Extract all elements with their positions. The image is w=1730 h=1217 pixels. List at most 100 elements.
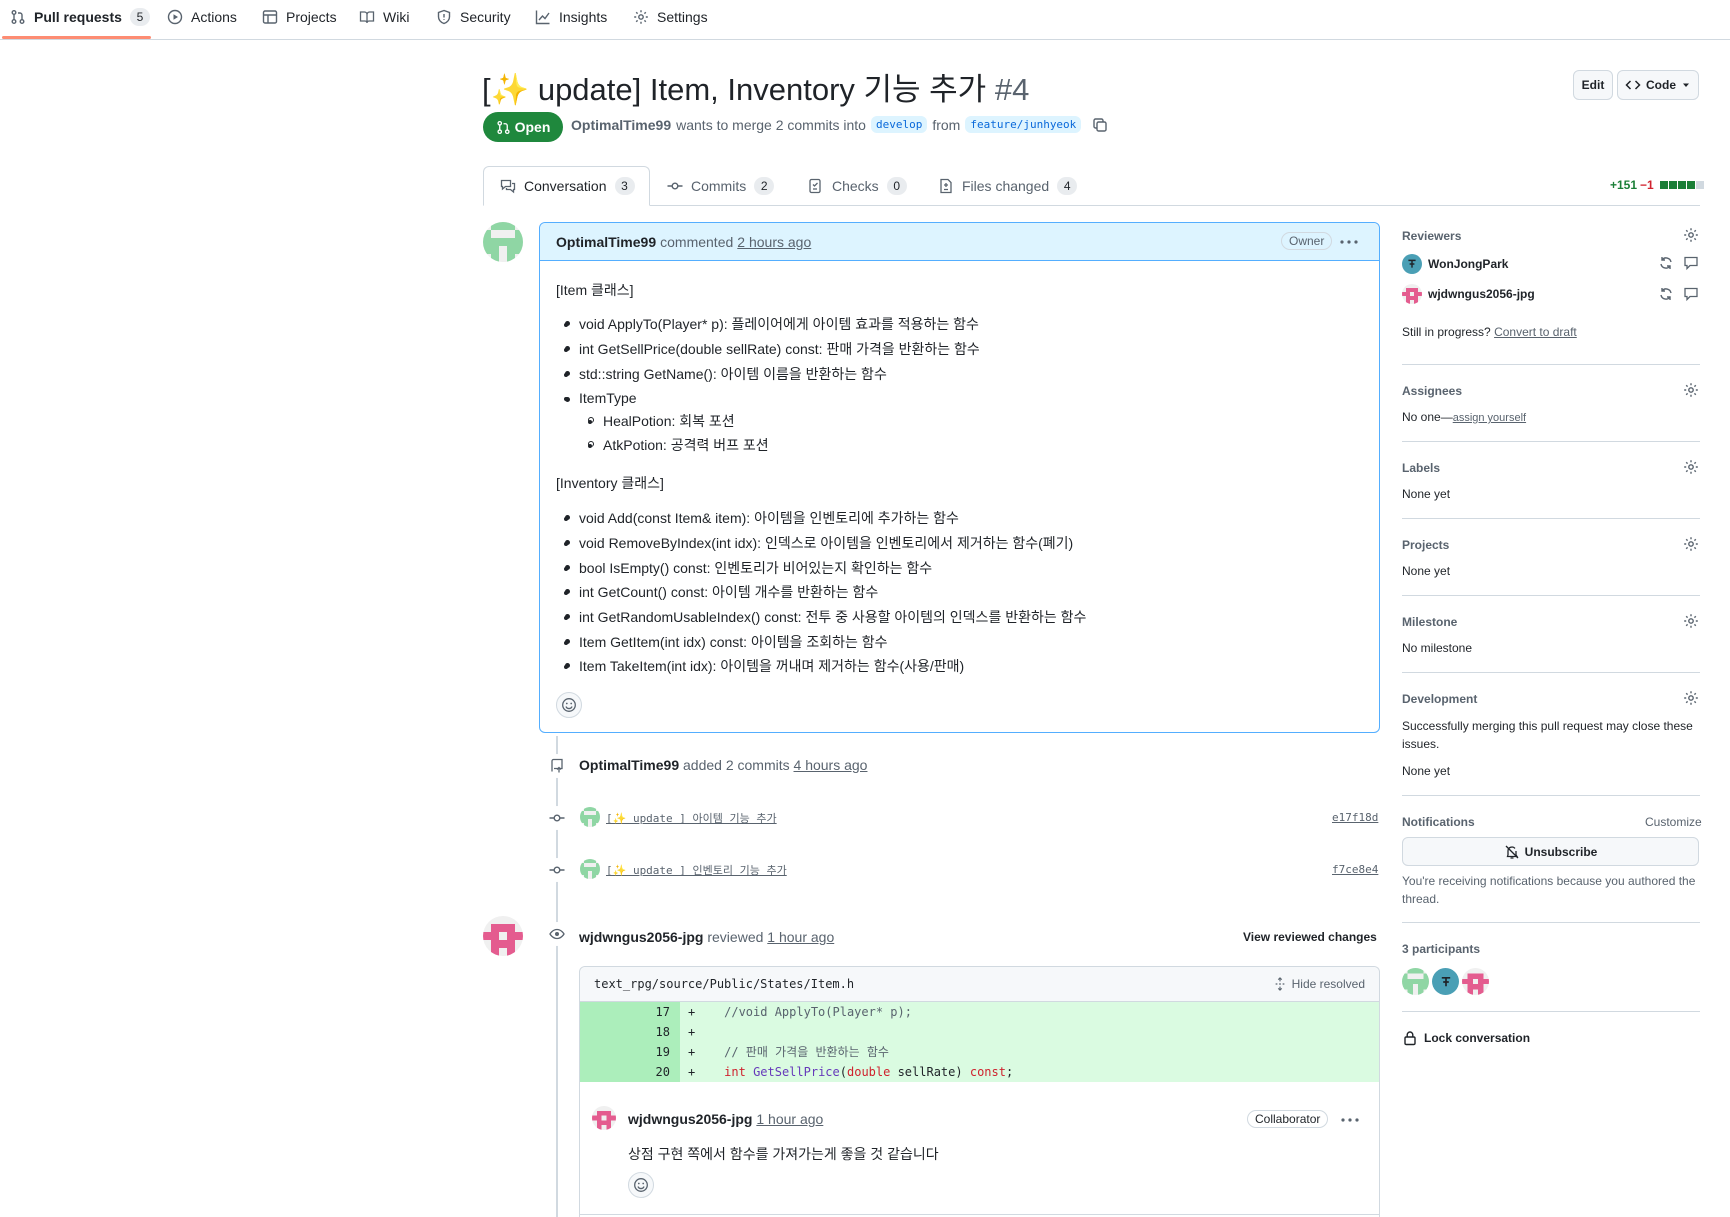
nav-pull-requests[interactable]: Pull requests 5 bbox=[10, 0, 150, 34]
add-reaction-button[interactable] bbox=[628, 1172, 654, 1198]
copy-icon[interactable] bbox=[1092, 117, 1108, 133]
development-heading[interactable]: Development bbox=[1402, 692, 1477, 706]
reviewer-name: wjdwngus2056-jpg bbox=[1428, 287, 1535, 301]
pr-author-link[interactable]: OptimalTime99 bbox=[571, 117, 671, 133]
list-item: int GetCount() const: 아이템 개수를 반환하는 함수 bbox=[565, 582, 878, 602]
sync-icon[interactable] bbox=[1658, 255, 1674, 271]
reviewers-heading[interactable]: Reviewers bbox=[1402, 229, 1461, 243]
comment-time[interactable]: 2 hours ago bbox=[737, 234, 811, 250]
comment-header: OptimalTime99 commented 2 hours ago bbox=[540, 223, 1379, 261]
reviewer-row[interactable]: wjdwngus2056-jpg bbox=[1402, 284, 1535, 304]
milestone-heading[interactable]: Milestone bbox=[1402, 615, 1457, 629]
checklist-icon bbox=[808, 178, 824, 194]
gear-icon[interactable] bbox=[1683, 690, 1699, 706]
reviewer-name: WonJongPark bbox=[1428, 257, 1509, 271]
event-action: added 2 commits bbox=[683, 757, 790, 773]
customize-link[interactable]: Customize bbox=[1645, 815, 1702, 829]
owner-badge: Owner bbox=[1281, 232, 1333, 250]
pull-request-icon bbox=[496, 120, 511, 135]
nav-label: Wiki bbox=[383, 9, 410, 25]
divider bbox=[1402, 922, 1700, 923]
code-button[interactable]: Code bbox=[1617, 70, 1699, 100]
projects-value: None yet bbox=[1402, 564, 1451, 578]
diffstat-bar bbox=[1659, 181, 1704, 189]
commit-sha-link[interactable]: f7ce8e4 bbox=[1332, 863, 1378, 876]
reply-header: wjdwngus2056-jpg 1 hour ago bbox=[628, 1111, 823, 1127]
deletions-count: −1 bbox=[1640, 178, 1654, 192]
gear-icon[interactable] bbox=[1683, 613, 1699, 629]
participant-avatar[interactable] bbox=[1462, 968, 1489, 995]
development-value: None yet bbox=[1402, 764, 1451, 778]
comment-author[interactable]: OptimalTime99 bbox=[556, 234, 656, 250]
tab-conversation[interactable]: Conversation 3 bbox=[483, 166, 650, 206]
divider bbox=[1402, 795, 1700, 796]
reply-time[interactable]: 1 hour ago bbox=[756, 1111, 823, 1127]
add-reaction-button[interactable] bbox=[556, 692, 582, 718]
event-author[interactable]: OptimalTime99 bbox=[579, 757, 679, 773]
tab-counter: 2 bbox=[754, 177, 775, 195]
line-number[interactable]: 20 bbox=[580, 1062, 680, 1082]
convert-to-draft-link[interactable]: Convert to draft bbox=[1494, 325, 1577, 339]
participant-avatar[interactable] bbox=[1432, 968, 1459, 995]
kebab-horizontal-icon[interactable] bbox=[1337, 234, 1361, 250]
gear-icon[interactable] bbox=[1683, 227, 1699, 243]
line-number[interactable]: 19 bbox=[580, 1042, 680, 1062]
nav-projects[interactable]: Projects bbox=[262, 0, 337, 34]
assign-yourself-link[interactable]: assign yourself bbox=[1453, 412, 1526, 424]
tab-label: Conversation bbox=[524, 178, 607, 194]
commit-sha-link[interactable]: e17f18d bbox=[1332, 811, 1378, 824]
file-path-link[interactable]: text_rpg/source/Public/States/Item.h bbox=[594, 977, 854, 991]
avatar[interactable] bbox=[580, 859, 600, 879]
gear-icon[interactable] bbox=[1683, 459, 1699, 475]
graph-icon bbox=[535, 9, 551, 25]
sync-icon[interactable] bbox=[1658, 286, 1674, 302]
line-number[interactable]: 17 bbox=[580, 1002, 680, 1022]
edit-button[interactable]: Edit bbox=[1573, 70, 1613, 100]
review-time[interactable]: 1 hour ago bbox=[767, 929, 834, 945]
tab-checks[interactable]: Checks 0 bbox=[792, 166, 923, 206]
projects-heading[interactable]: Projects bbox=[1402, 538, 1449, 552]
gear-icon[interactable] bbox=[1683, 382, 1699, 398]
tab-files-changed[interactable]: Files changed 4 bbox=[922, 166, 1093, 206]
inventory-heading: [Inventory 클래스] bbox=[556, 475, 664, 491]
reply-author[interactable]: wjdwngus2056-jpg bbox=[628, 1111, 752, 1127]
comment-icon[interactable] bbox=[1683, 255, 1699, 271]
comment-icon[interactable] bbox=[1683, 286, 1699, 302]
review-file-header: text_rpg/source/Public/States/Item.h Hid… bbox=[580, 967, 1379, 1002]
state-badge-open: Open bbox=[483, 112, 563, 142]
still-in-progress: Still in progress? bbox=[1402, 325, 1491, 339]
milestone-value: No milestone bbox=[1402, 641, 1473, 655]
gear-icon[interactable] bbox=[1683, 536, 1699, 552]
nav-wiki[interactable]: Wiki bbox=[359, 0, 409, 34]
commit-message-link[interactable]: [✨ update ] 아이템 기능 추가 bbox=[606, 810, 777, 826]
nav-actions[interactable]: Actions bbox=[167, 0, 237, 34]
labels-heading[interactable]: Labels bbox=[1402, 461, 1440, 475]
base-branch[interactable]: develop bbox=[870, 116, 928, 133]
avatar[interactable] bbox=[592, 1106, 616, 1130]
unsubscribe-button[interactable]: Unsubscribe bbox=[1402, 837, 1699, 866]
review-author[interactable]: wjdwngus2056-jpg bbox=[579, 929, 703, 945]
nav-settings[interactable]: Settings bbox=[633, 0, 708, 34]
commit-message-link[interactable]: [✨ update ] 인벤토리 기능 추가 bbox=[606, 862, 787, 878]
lock-conversation-button[interactable]: Lock conversation bbox=[1402, 1030, 1530, 1046]
list-item: void Add(const Item& item): 아이템을 인벤토리에 추… bbox=[565, 508, 959, 528]
avatar[interactable] bbox=[483, 916, 523, 956]
tab-commits[interactable]: Commits 2 bbox=[651, 166, 790, 206]
avatar[interactable] bbox=[580, 807, 600, 827]
comment-discussion-icon bbox=[500, 178, 516, 194]
reviewer-row[interactable]: WonJongPark bbox=[1402, 254, 1508, 274]
line-number[interactable]: 18 bbox=[580, 1022, 680, 1042]
item-heading: [Item 클래스] bbox=[556, 282, 634, 298]
active-tab-underline bbox=[2, 36, 151, 39]
participant-avatar[interactable] bbox=[1402, 968, 1429, 995]
nav-insights[interactable]: Insights bbox=[535, 0, 607, 34]
avatar[interactable] bbox=[483, 222, 523, 262]
head-branch[interactable]: feature/junhyeok bbox=[965, 116, 1082, 133]
nav-security[interactable]: Security bbox=[436, 0, 511, 34]
view-reviewed-changes-link[interactable]: View reviewed changes bbox=[1243, 930, 1377, 944]
kebab-horizontal-icon[interactable] bbox=[1338, 1112, 1362, 1128]
hide-resolved-button[interactable]: Hide resolved bbox=[1273, 977, 1365, 991]
assignees-heading[interactable]: Assignees bbox=[1402, 384, 1462, 398]
event-time[interactable]: 4 hours ago bbox=[794, 757, 868, 773]
list-item: bool IsEmpty() const: 인벤토리가 비어있는지 확인하는 함… bbox=[565, 558, 932, 578]
